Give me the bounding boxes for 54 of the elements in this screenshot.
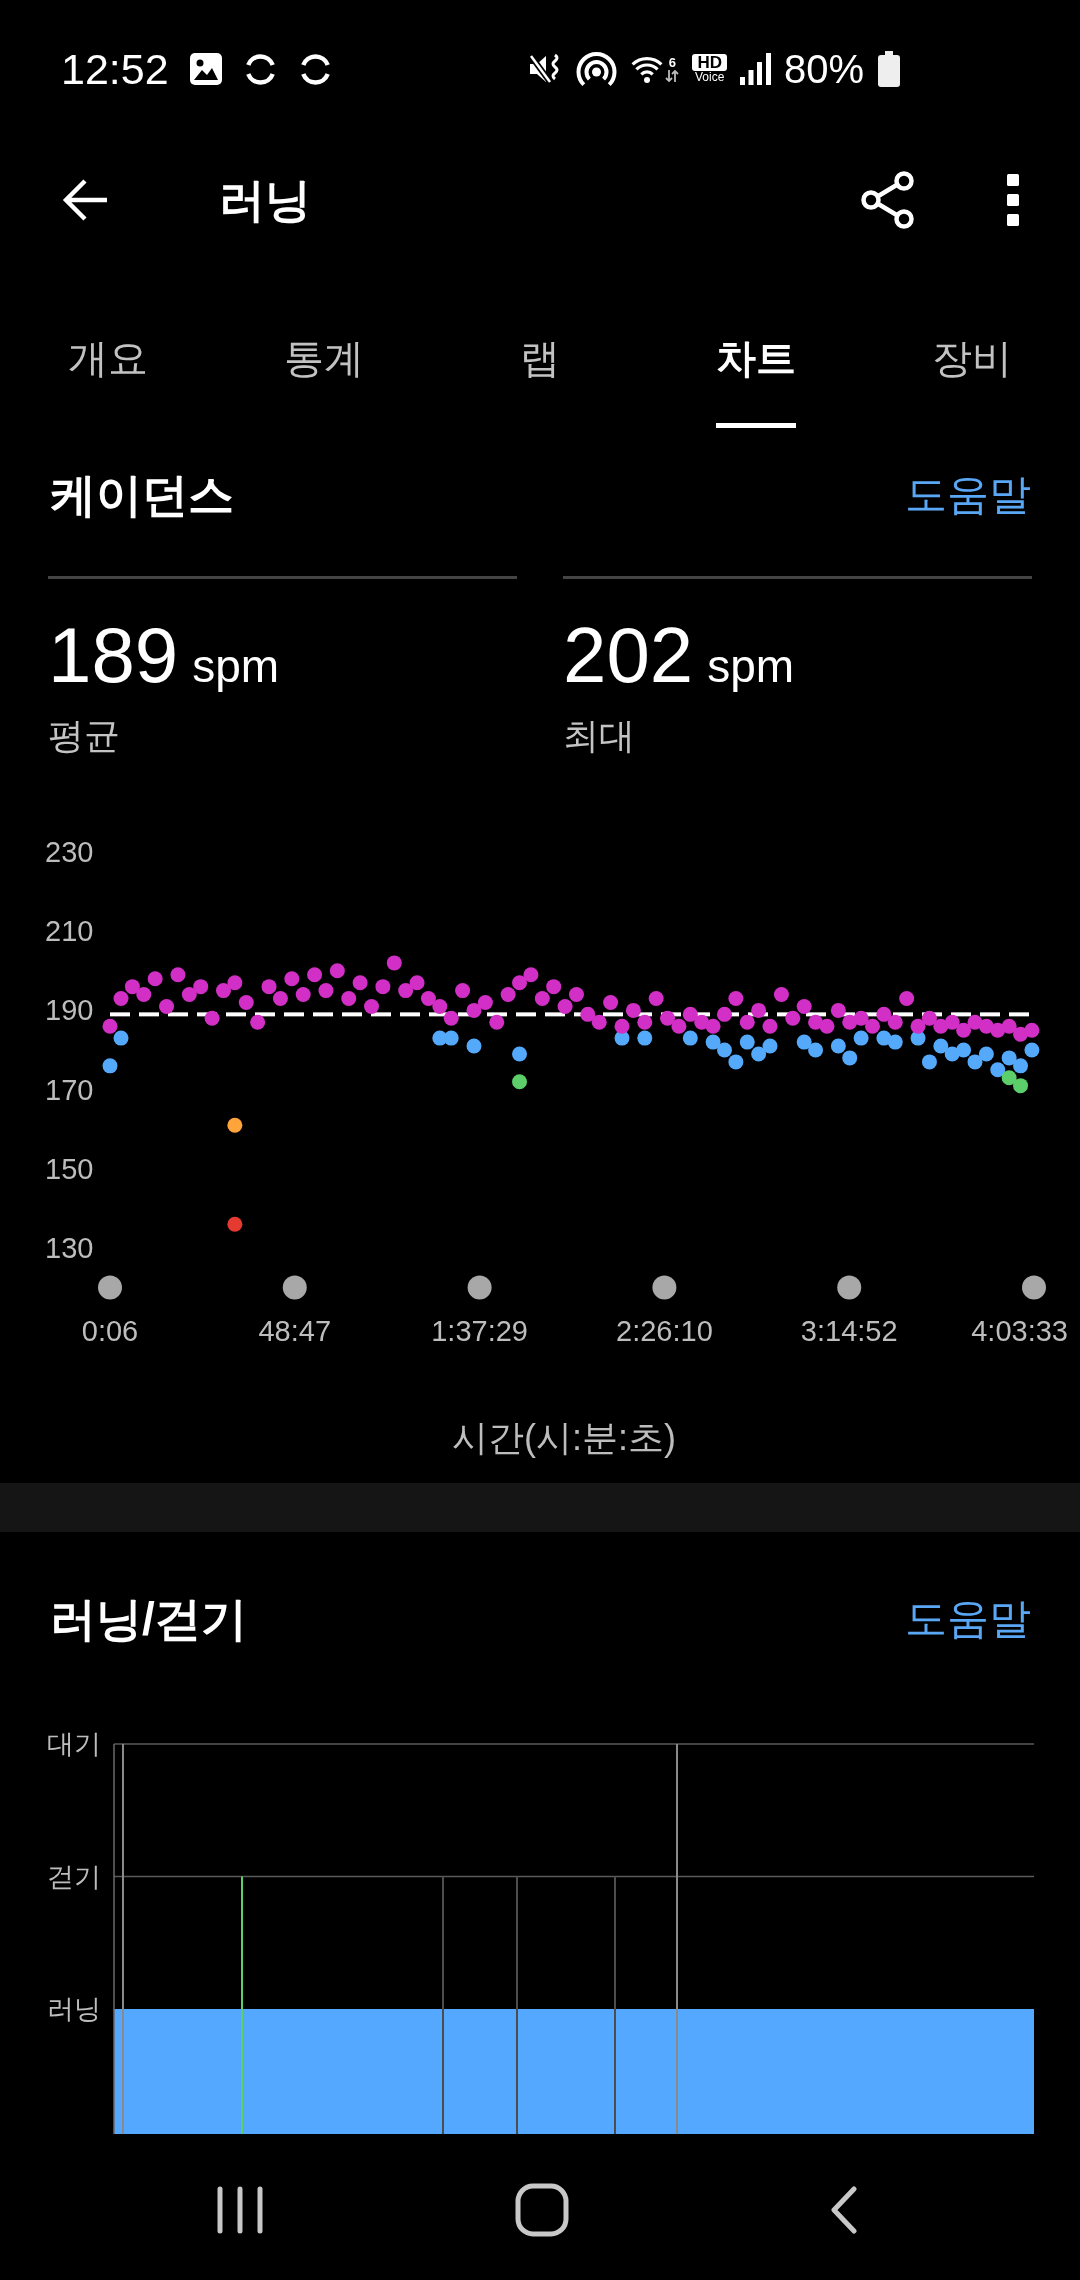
y-axis-label: 210 (45, 915, 94, 948)
recent-apps-icon[interactable] (217, 2186, 263, 2234)
x-axis-label: 2:26:10 (616, 1314, 713, 1347)
y-axis-label: 걷기 (47, 1861, 101, 1892)
tab[interactable]: 개요 (68, 262, 148, 428)
share-icon[interactable] (860, 170, 914, 230)
stat-value: 202 (563, 615, 694, 695)
x-tick-dot (98, 1275, 122, 1300)
y-axis-label: 150 (45, 1152, 94, 1185)
x-tick-dot (1022, 1275, 1046, 1300)
x-axis-label: 48:47 (258, 1314, 332, 1347)
x-axis-label: 1:37:29 (431, 1314, 528, 1347)
back-icon[interactable] (830, 2186, 858, 2234)
gallery-icon (188, 52, 223, 86)
y-axis-label: 230 (45, 836, 94, 868)
section-title: 러닝/걷기 (50, 1596, 247, 1642)
tab[interactable]: 통계 (284, 262, 364, 428)
x-axis-label: 0:06 (81, 1314, 139, 1347)
stat-label: 최대 (563, 716, 636, 756)
x-axis-label: 3:14:52 (800, 1314, 898, 1347)
page-title: 러닝 (219, 174, 311, 226)
hd-badge: HD (692, 54, 727, 71)
back-arrow-icon[interactable] (61, 177, 109, 223)
y-axis-label: 대기 (47, 1729, 101, 1759)
x-tick-dot (467, 1275, 492, 1300)
y-axis-label: 러닝 (47, 1994, 101, 2024)
y-axis-label: 170 (45, 1073, 94, 1106)
wifi-standard-label: 6 (668, 55, 676, 69)
voice-label: Voice (694, 71, 725, 84)
tab[interactable]: 장비 (932, 262, 1012, 428)
help-link[interactable]: 도움말 (905, 472, 1031, 518)
home-icon[interactable] (515, 2183, 569, 2237)
battery-percent: 80% (783, 47, 864, 91)
x-axis-label: 4:03:33 (971, 1314, 1068, 1347)
y-axis-label: 130 (45, 1232, 94, 1264)
status-time: 12:52 (61, 46, 169, 92)
stat-label: 평균 (48, 716, 121, 756)
x-tick-dot (282, 1275, 307, 1300)
x-axis-title: 시간(시:분:초) (452, 1416, 676, 1458)
stat-unit: spm (707, 639, 795, 694)
more-options-icon[interactable] (1007, 174, 1019, 226)
section-title: 케이던스 (50, 472, 234, 518)
stat-unit: spm (192, 639, 280, 694)
stat-value: 189 (48, 615, 179, 695)
battery-icon (877, 51, 901, 87)
y-axis-label: 190 (45, 994, 94, 1027)
x-tick-dot (652, 1275, 677, 1300)
help-link[interactable]: 도움말 (905, 1596, 1031, 1642)
x-tick-dot (837, 1275, 862, 1300)
data-arrows-icon (665, 68, 680, 83)
tab[interactable]: 차트 (716, 262, 796, 428)
wifi-icon (631, 54, 664, 84)
signal-icon (739, 53, 771, 85)
tab[interactable]: 랩 (520, 262, 560, 428)
